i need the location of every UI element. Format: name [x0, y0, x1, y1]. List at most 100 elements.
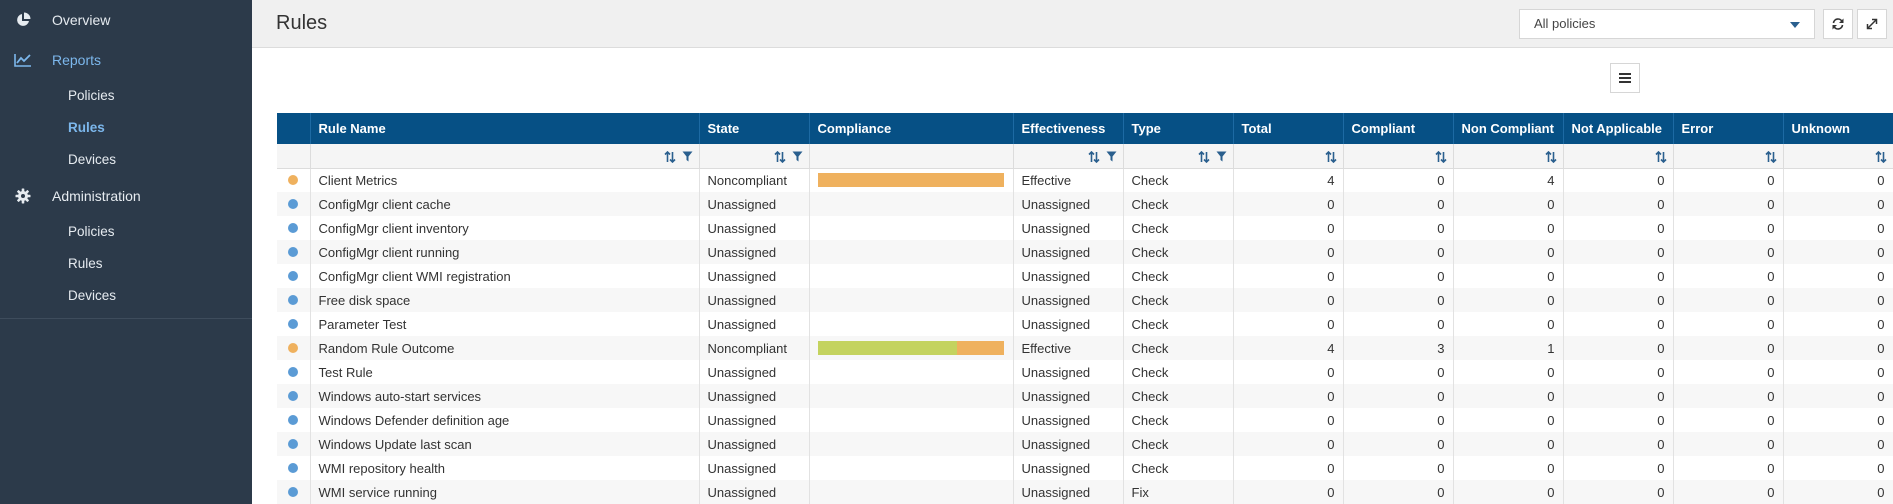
type-cell: Check — [1123, 192, 1234, 216]
col-header-not-applicable[interactable]: Not Applicable — [1563, 113, 1674, 144]
filter-cell-total — [1233, 144, 1344, 169]
compliance-cell — [809, 432, 1014, 456]
col-header-compliant[interactable]: Compliant — [1343, 113, 1454, 144]
rule-name-cell: Free disk space — [310, 288, 700, 312]
table-row[interactable]: Windows Update last scan Unassigned Unassi… — [277, 432, 1893, 456]
table-row[interactable]: Parameter Test Unassigned Unassigned Check 0… — [277, 312, 1893, 336]
status-cell — [277, 480, 311, 504]
filter-icon[interactable] — [792, 151, 803, 162]
col-header-state[interactable]: State — [699, 113, 810, 144]
status-cell — [277, 432, 311, 456]
sort-icon[interactable] — [1544, 150, 1557, 163]
sort-icon[interactable] — [1087, 150, 1100, 163]
filter-cell-unknown — [1783, 144, 1893, 169]
table-row[interactable]: Free disk space Unassigned Unassigned Check… — [277, 288, 1893, 312]
not-applicable-cell: 0 — [1563, 216, 1674, 240]
effectiveness-cell: Unassigned — [1013, 312, 1124, 336]
nav-reports-rules[interactable]: Rules — [0, 112, 252, 144]
compliant-cell: 0 — [1343, 240, 1454, 264]
not-applicable-cell: 0 — [1563, 360, 1674, 384]
sidebar-divider — [0, 318, 252, 319]
table-row[interactable]: ConfigMgr client inventory Unassigned Unas… — [277, 216, 1893, 240]
sort-icon[interactable] — [1434, 150, 1447, 163]
table-row[interactable]: Windows Defender definition age Unassigne… — [277, 408, 1893, 432]
nav-reports-policies[interactable]: Policies — [0, 80, 252, 112]
nav-reports[interactable]: Reports — [0, 40, 252, 80]
page-title: Rules — [276, 12, 328, 34]
nav-overview[interactable]: Overview — [0, 0, 252, 40]
sidebar: Overview Reports Policies Rules Devices … — [0, 0, 252, 504]
table-row[interactable]: Test Rule Unassigned Unassigned Check 0 0 0 0 0 0 — [277, 360, 1893, 384]
sort-icon[interactable] — [1764, 150, 1777, 163]
compliant-cell: 0 — [1343, 384, 1454, 408]
filter-cell-rule-name — [310, 144, 700, 169]
unknown-cell: 0 — [1783, 336, 1893, 360]
table-row[interactable]: ConfigMgr client running Unassigned Unassi… — [277, 240, 1893, 264]
sort-icon[interactable] — [1197, 150, 1210, 163]
col-header-unknown[interactable]: Unknown — [1783, 113, 1893, 144]
non-compliant-cell: 0 — [1453, 456, 1564, 480]
nav-admin-devices[interactable]: Devices — [0, 280, 252, 312]
nav-admin-policies[interactable]: Policies — [0, 216, 252, 248]
compliance-bar — [817, 341, 1004, 355]
filter-cell-not-applicable — [1563, 144, 1674, 169]
compliance-bar-noncompliant — [957, 341, 1004, 355]
table-row[interactable]: ConfigMgr client WMI registration Unassig… — [277, 264, 1893, 288]
state-cell: Unassigned — [699, 432, 810, 456]
filter-icon[interactable] — [1106, 151, 1117, 162]
filter-icon[interactable] — [1216, 151, 1227, 162]
table-row[interactable]: Client Metrics Noncompliant Effective Check… — [277, 168, 1893, 192]
compliance-cell — [809, 192, 1014, 216]
filter-icon[interactable] — [682, 151, 693, 162]
compliance-cell — [809, 216, 1014, 240]
col-header-total[interactable]: Total — [1233, 113, 1344, 144]
compliance-cell — [809, 288, 1014, 312]
refresh-button[interactable] — [1823, 9, 1853, 39]
col-header-type[interactable]: Type — [1123, 113, 1234, 144]
sort-icon[interactable] — [1874, 150, 1887, 163]
fullscreen-button[interactable] — [1857, 9, 1887, 39]
column-menu-button[interactable] — [1610, 63, 1640, 93]
status-dot-icon — [288, 294, 298, 305]
table-row[interactable]: ConfigMgr client cache Unassigned Unassign… — [277, 192, 1893, 216]
col-header-error[interactable]: Error — [1673, 113, 1784, 144]
rules-grid: Rule Name State Compliance Effectiveness… — [277, 113, 1893, 504]
nav-admin-rules[interactable]: Rules — [0, 248, 252, 280]
effectiveness-cell: Unassigned — [1013, 432, 1124, 456]
type-cell: Check — [1123, 288, 1234, 312]
error-cell: 0 — [1673, 288, 1784, 312]
nav-reports-devices[interactable]: Devices — [0, 144, 252, 176]
table-row[interactable]: WMI service running Unassigned Unassigned F… — [277, 480, 1893, 504]
unknown-cell: 0 — [1783, 240, 1893, 264]
compliance-cell — [809, 360, 1014, 384]
pie-chart-icon — [14, 11, 32, 29]
compliant-cell: 0 — [1343, 408, 1454, 432]
table-row[interactable]: Random Rule Outcome Noncompliant Effective… — [277, 336, 1893, 360]
table-row[interactable]: WMI repository health Unassigned Unassigne… — [277, 456, 1893, 480]
policy-select[interactable]: All policies — [1519, 9, 1815, 39]
col-header-non-compliant[interactable]: Non Compliant — [1453, 113, 1564, 144]
col-header-compliance[interactable]: Compliance — [809, 113, 1014, 144]
sort-icon[interactable] — [1654, 150, 1667, 163]
col-header-effectiveness[interactable]: Effectiveness — [1013, 113, 1124, 144]
not-applicable-cell: 0 — [1563, 432, 1674, 456]
compliant-cell: 0 — [1343, 192, 1454, 216]
filter-cell-compliance — [809, 144, 1014, 169]
not-applicable-cell: 0 — [1563, 480, 1674, 504]
nav-administration[interactable]: Administration — [0, 176, 252, 216]
non-compliant-cell: 0 — [1453, 408, 1564, 432]
sort-icon[interactable] — [773, 150, 786, 163]
table-row[interactable]: Windows auto-start services Unassigned Una… — [277, 384, 1893, 408]
status-cell — [277, 360, 311, 384]
unknown-cell: 0 — [1783, 312, 1893, 336]
unknown-cell: 0 — [1783, 432, 1893, 456]
compliance-cell — [809, 264, 1014, 288]
col-header-rule-name[interactable]: Rule Name — [310, 113, 700, 144]
non-compliant-cell: 0 — [1453, 384, 1564, 408]
unknown-cell: 0 — [1783, 288, 1893, 312]
status-cell — [277, 384, 311, 408]
sort-icon[interactable] — [663, 150, 676, 163]
sort-icon[interactable] — [1324, 150, 1337, 163]
total-cell: 0 — [1233, 432, 1344, 456]
unknown-cell: 0 — [1783, 456, 1893, 480]
